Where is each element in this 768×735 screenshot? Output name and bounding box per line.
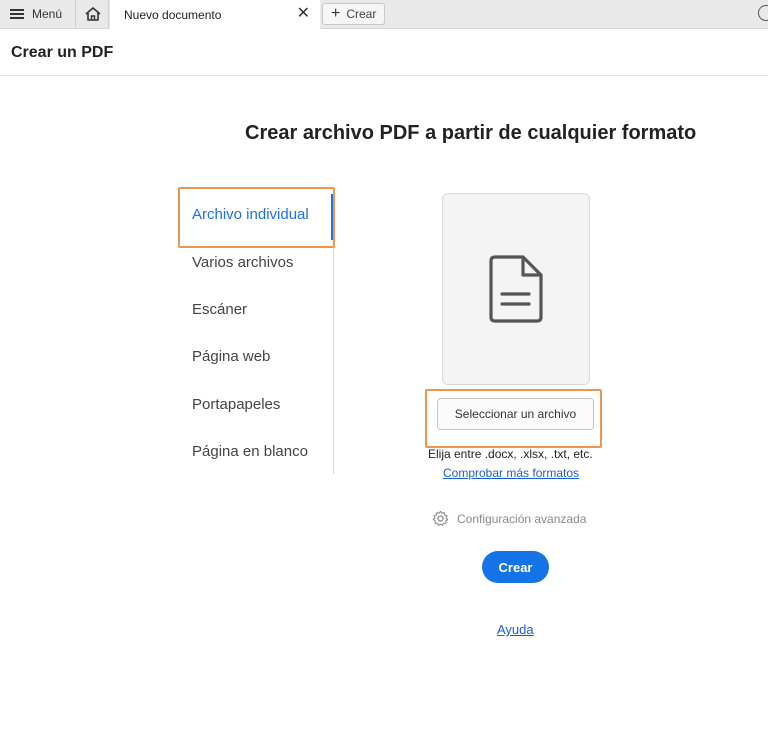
home-icon (84, 7, 101, 21)
advanced-label: Configuración avanzada (457, 511, 587, 526)
clock-icon[interactable] (758, 5, 768, 21)
more-formats-link[interactable]: Comprobar más formatos (443, 466, 579, 480)
tab-nuevo-documento[interactable]: Nuevo documento ✕ (110, 0, 320, 29)
menu-label: Menú (32, 7, 63, 21)
home-button[interactable] (77, 0, 109, 28)
create-button[interactable]: Crear (482, 551, 549, 583)
hamburger-icon (10, 9, 24, 19)
nav-item-varios-archivos[interactable]: Varios archivos (192, 254, 293, 271)
gear-icon (432, 510, 449, 526)
tab-label: Nuevo documento (124, 7, 222, 22)
advanced-settings[interactable]: Configuración avanzada (432, 510, 586, 527)
new-tab-button[interactable]: + Crear (322, 3, 386, 25)
tab-bar: Menú Nuevo documento ✕ + Crear (0, 0, 768, 29)
menu-button[interactable]: Menú (0, 0, 76, 28)
plus-icon: + (331, 5, 341, 22)
highlight-box-select (425, 389, 602, 448)
help-link[interactable]: Ayuda (497, 622, 534, 637)
highlight-box-nav (178, 187, 335, 248)
nav-item-portapapeles[interactable]: Portapapeles (192, 396, 280, 413)
document-icon (489, 255, 543, 323)
nav-item-pagina-web[interactable]: Página web (192, 348, 270, 365)
file-drop-area[interactable] (442, 193, 590, 385)
format-hint: Elija entre .docx, .xlsx, .txt, etc. (428, 447, 593, 461)
new-tab-label: Crear (346, 7, 377, 21)
nav-item-pagina-en-blanco[interactable]: Página en blanco (192, 443, 308, 460)
main-heading: Crear archivo PDF a partir de cualquier … (245, 122, 697, 144)
nav-item-escaner[interactable]: Escáner (192, 301, 247, 318)
close-icon[interactable]: ✕ (297, 5, 310, 23)
page-title: Crear un PDF (11, 44, 114, 61)
app-header: Crear un PDF (0, 29, 768, 76)
